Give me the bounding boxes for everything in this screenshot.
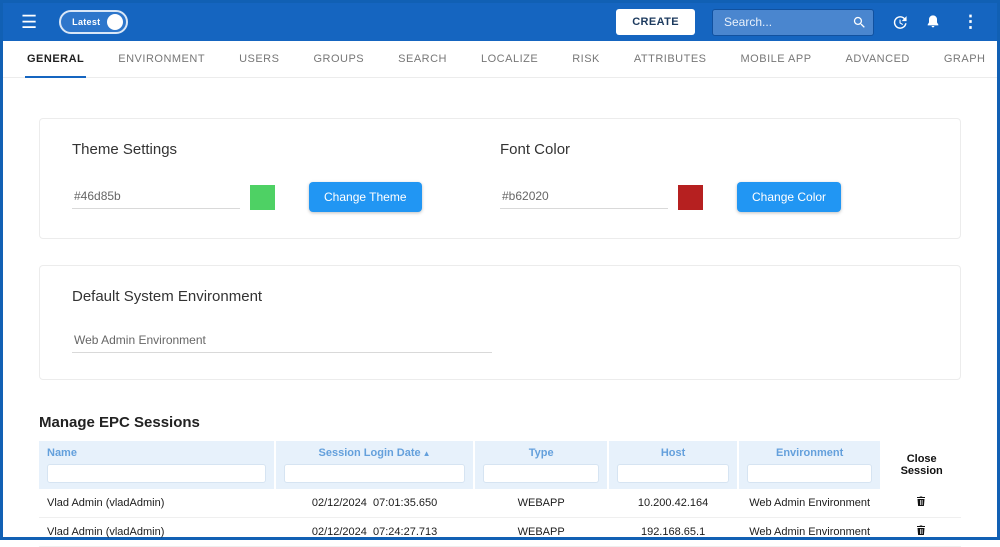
font-color-title: Font Color	[500, 141, 571, 158]
sort-ascending-icon: ▲	[422, 449, 431, 458]
column-header-name[interactable]: Name	[39, 441, 276, 489]
tab-groups[interactable]: GROUPS	[311, 41, 366, 78]
column-header-type[interactable]: Type	[473, 441, 609, 489]
session-login-date: 02/12/2024 07:01:35.650	[275, 489, 475, 518]
theme-and-font-card: Theme Settings Change Theme Font Color C…	[39, 118, 961, 239]
latest-toggle[interactable]: Latest	[59, 10, 129, 34]
close-session-trash-icon[interactable]	[915, 524, 927, 537]
default-environment-title: Default System Environment	[72, 288, 263, 305]
column-header-close-session: Close Session	[880, 441, 961, 489]
session-name: Vlad Admin (vladAdmin)	[39, 489, 276, 518]
search-input[interactable]	[722, 14, 852, 30]
session-row: Vlad Admin (vladAdmin) 02/12/2024 07:24:…	[39, 517, 961, 547]
search-icon[interactable]	[852, 15, 867, 30]
close-session-trash-icon[interactable]	[915, 495, 927, 508]
session-login-date: 02/12/2024 07:24:27.713	[275, 517, 475, 547]
filter-login-date-input[interactable]	[284, 464, 466, 483]
default-environment-card: Default System Environment	[39, 265, 961, 380]
session-type: WEBAPP	[474, 517, 609, 547]
search-box[interactable]	[712, 8, 874, 36]
tab-search[interactable]: SEARCH	[396, 41, 449, 78]
tab-localize[interactable]: LOCALIZE	[479, 41, 540, 78]
latest-toggle-label: Latest	[72, 17, 101, 27]
latest-toggle-knob	[107, 14, 124, 30]
session-host: 192.168.65.1	[608, 517, 738, 547]
theme-settings-title: Theme Settings	[72, 141, 178, 158]
topbar-actions: CREATE ⋮	[616, 8, 983, 36]
sessions-table: Name Session Login Date ▲ Type Host Envir…	[39, 441, 961, 547]
filter-name-input[interactable]	[47, 464, 267, 483]
history-icon[interactable]	[891, 14, 908, 31]
filter-type-input[interactable]	[483, 464, 600, 483]
sessions-title: Manage EPC Sessions	[39, 414, 200, 431]
column-header-session-login-date[interactable]: Session Login Date ▲	[274, 441, 475, 489]
tab-attributes[interactable]: ATTRIBUTES	[632, 41, 709, 78]
more-options-icon[interactable]: ⋮	[958, 12, 983, 32]
font-color-input[interactable]	[500, 185, 668, 209]
filter-host-input[interactable]	[617, 464, 729, 483]
session-row: Vlad Admin (vladAdmin) 02/12/2024 07:01:…	[39, 489, 961, 518]
tab-risk[interactable]: RISK	[570, 41, 602, 78]
change-color-button[interactable]: Change Color	[737, 182, 842, 212]
general-settings-content: Theme Settings Change Theme Font Color C…	[3, 78, 997, 380]
theme-settings-section: Theme Settings Change Theme	[72, 141, 500, 212]
session-name: Vlad Admin (vladAdmin)	[39, 517, 276, 547]
session-type: WEBAPP	[474, 489, 609, 518]
session-host: 10.200.42.164	[608, 489, 738, 518]
theme-color-input[interactable]	[72, 185, 240, 209]
font-color-swatch	[678, 184, 703, 210]
column-header-host[interactable]: Host	[607, 441, 738, 489]
create-button[interactable]: CREATE	[616, 9, 695, 35]
tab-advanced[interactable]: ADVANCED	[844, 41, 912, 78]
column-header-environment[interactable]: Environment	[736, 441, 882, 489]
tab-users[interactable]: USERS	[237, 41, 281, 78]
tab-environment[interactable]: ENVIRONMENT	[116, 41, 207, 78]
notifications-bell-icon[interactable]	[925, 14, 941, 30]
default-environment-select[interactable]	[72, 329, 492, 353]
top-navigation-bar: ☰ Latest CREATE ⋮	[3, 3, 997, 41]
tab-mobile-app[interactable]: MOBILE APP	[739, 41, 814, 78]
session-environment: Web Admin Environment	[737, 489, 882, 518]
change-theme-button[interactable]: Change Theme	[309, 182, 422, 212]
tab-general[interactable]: GENERAL	[25, 41, 87, 78]
settings-tab-bar: GENERAL ENVIRONMENT USERS GROUPS SEARCH …	[3, 41, 997, 78]
manage-epc-sessions-section: Manage EPC Sessions Name Session Login D…	[3, 414, 997, 547]
theme-color-swatch	[250, 184, 275, 210]
menu-icon[interactable]: ☰	[21, 13, 37, 31]
filter-environment-input[interactable]	[746, 464, 873, 483]
tab-graph[interactable]: GRAPH	[942, 41, 988, 78]
font-color-section: Font Color Change Color	[500, 141, 928, 212]
session-environment: Web Admin Environment	[737, 517, 882, 547]
